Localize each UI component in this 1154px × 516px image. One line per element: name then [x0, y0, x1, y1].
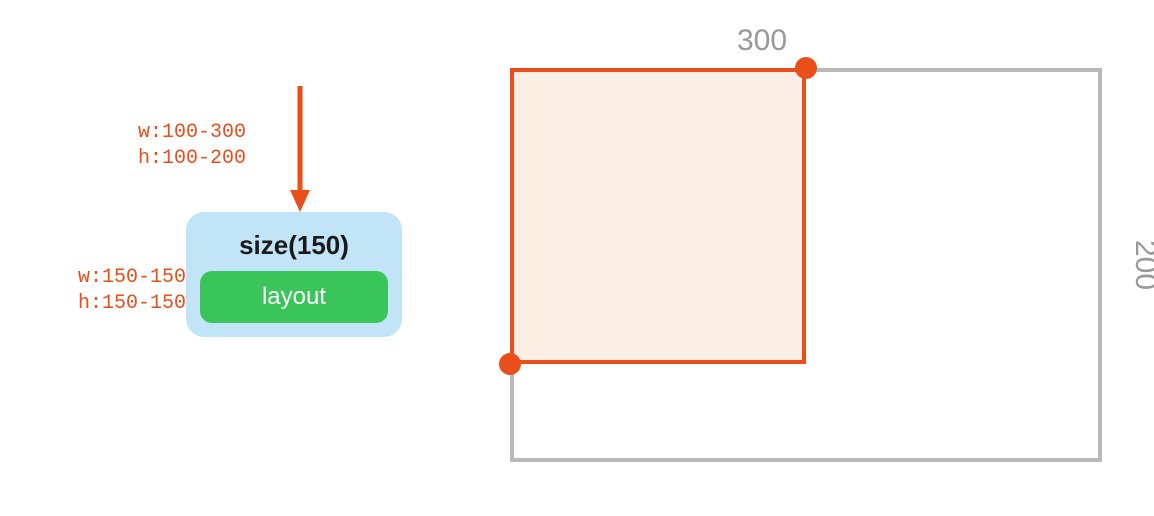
width-label: 300 — [737, 24, 787, 58]
node-child-pill: layout — [200, 271, 388, 323]
handle-dot-icon — [795, 57, 817, 79]
arrow-down-icon — [288, 86, 312, 212]
node-title: size(150) — [200, 226, 388, 271]
incoming-constraints-label: w:100-300 h:100-200 — [138, 120, 246, 172]
outgoing-constraints-label: w:150-150 h:150-150 — [78, 265, 186, 317]
incoming-height-text: h:100-200 — [138, 146, 246, 172]
resolved-size-box — [510, 68, 806, 364]
layout-constraints-diagram: w:100-300 h:100-200 w:150-150 h:150-150 … — [0, 0, 1154, 516]
height-label: 200 — [1128, 240, 1154, 290]
outgoing-width-text: w:150-150 — [78, 265, 186, 291]
size-modifier-node: size(150) layout — [186, 212, 402, 337]
incoming-width-text: w:100-300 — [138, 120, 246, 146]
handle-dot-icon — [499, 353, 521, 375]
outgoing-height-text: h:150-150 — [78, 291, 186, 317]
